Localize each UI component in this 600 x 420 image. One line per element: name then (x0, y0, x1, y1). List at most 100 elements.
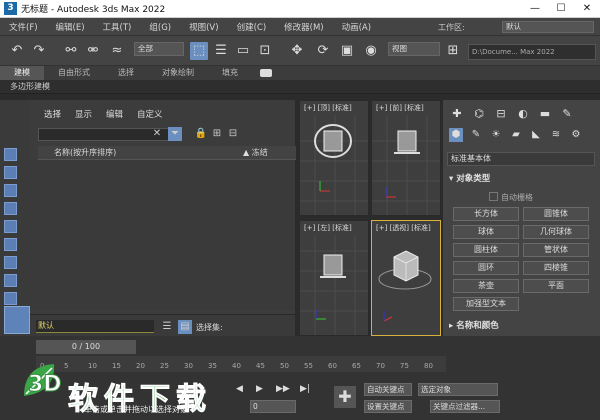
polygon-modeling-bar[interactable]: 多边形建模 (0, 80, 600, 94)
pivot-icon[interactable]: ⊞ (444, 42, 462, 60)
tab-modeling[interactable]: 建模 (0, 66, 44, 80)
lock-icon[interactable]: 🔒 (194, 127, 208, 141)
clear-search-icon[interactable]: ✕ (150, 127, 164, 141)
set-key-plus-icon[interactable]: ✚ (334, 386, 356, 408)
hierarchy-icon[interactable]: ⊞ (210, 127, 224, 141)
filter-spacewarps-icon[interactable] (4, 238, 17, 251)
rotate-icon[interactable]: ⟳ (314, 42, 332, 60)
scale-icon[interactable]: ▣ (338, 42, 356, 60)
workspace-select[interactable]: 默认 (502, 21, 594, 33)
frame-input[interactable]: 0 (250, 400, 296, 413)
layer-select[interactable]: 默认 (36, 320, 154, 333)
name-color-rollout[interactable]: ▸ 名称和颜色 (447, 320, 596, 333)
spacewarps-category-icon[interactable]: ≋ (549, 128, 563, 142)
bind-space-warp-icon[interactable]: ≈ (108, 42, 126, 60)
pyramid-button[interactable]: 四棱锥 (523, 261, 589, 275)
selection-filter-select[interactable]: 全部 (134, 42, 184, 56)
key-filters-button[interactable]: 关键点过滤器... (430, 400, 500, 413)
cone-button[interactable]: 圆锥体 (523, 207, 589, 221)
modify-tab-icon[interactable]: ⌬ (471, 106, 487, 122)
viewport-perspective[interactable]: [+] [透视] [标准] (371, 220, 441, 336)
cylinder-button[interactable]: 圆柱体 (453, 243, 519, 257)
explorer-list[interactable] (30, 160, 295, 310)
selected-object-select[interactable]: 选定对象 (418, 383, 498, 396)
textplus-button[interactable]: 加强型文本 (453, 297, 519, 311)
torus-button[interactable]: 圆环 (453, 261, 519, 275)
primitive-type-select[interactable]: 标准基本体 (447, 152, 595, 166)
lights-category-icon[interactable]: ☀ (489, 128, 503, 142)
layer-icon[interactable]: ⊟ (226, 127, 240, 141)
link-icon[interactable]: ⚯ (62, 42, 80, 60)
placement-icon[interactable]: ◉ (362, 42, 380, 60)
systems-category-icon[interactable]: ⚙ (569, 128, 583, 142)
filter-geometry-icon[interactable] (4, 148, 17, 161)
explorer-menu-select[interactable]: 选择 (44, 108, 61, 120)
tab-populate[interactable]: 填充 (208, 66, 252, 80)
menu-views[interactable]: 视图(V) (180, 21, 227, 33)
select-object-icon[interactable]: ⬚ (190, 42, 208, 60)
filter-cameras-icon[interactable] (4, 202, 17, 215)
menu-group[interactable]: 组(G) (140, 21, 180, 33)
set-key-button[interactable]: 设置关键点 (364, 400, 412, 413)
selection-set-icon[interactable]: ▤ (178, 320, 192, 334)
viewport-layout-icon[interactable] (4, 306, 30, 334)
undo-icon[interactable]: ↶ (8, 42, 26, 60)
tab-selection[interactable]: 选择 (104, 66, 148, 80)
menu-tools[interactable]: 工具(T) (94, 21, 141, 33)
menu-file[interactable]: 文件(F) (0, 21, 47, 33)
reference-coord-select[interactable]: 视图 (388, 42, 440, 56)
filter-bones-icon[interactable] (4, 292, 17, 305)
viewport-front[interactable]: [+] [前] [标准] (371, 100, 441, 216)
menu-animation[interactable]: 动画(A) (333, 21, 380, 33)
shapes-category-icon[interactable]: ✎ (469, 128, 483, 142)
filter-xrefs-icon[interactable] (4, 274, 17, 287)
motion-tab-icon[interactable]: ◐ (515, 106, 531, 122)
create-tab-icon[interactable]: ✚ (449, 106, 465, 122)
redo-icon[interactable]: ↷ (30, 42, 48, 60)
maximize-button[interactable]: ☐ (548, 0, 574, 18)
geometry-category-icon[interactable]: ⬢ (449, 128, 463, 142)
move-icon[interactable]: ✥ (288, 42, 306, 60)
tab-freeform[interactable]: 自由形式 (44, 66, 104, 80)
explorer-menu-display[interactable]: 显示 (75, 108, 92, 120)
next-frame-icon[interactable]: ▶▶ (276, 384, 290, 394)
autogrid-checkbox[interactable] (489, 192, 498, 201)
plane-button[interactable]: 平面 (523, 279, 589, 293)
display-tab-icon[interactable]: ▬ (537, 106, 553, 122)
window-crossing-icon[interactable]: ⊡ (256, 42, 274, 60)
close-button[interactable]: ✕ (574, 0, 600, 18)
explorer-menu-customize[interactable]: 自定义 (137, 108, 163, 120)
ribbon-toggle-icon[interactable] (260, 69, 272, 77)
filter-helpers-icon[interactable] (4, 220, 17, 233)
column-frozen[interactable]: ▲ 冻结 (243, 146, 268, 160)
geosphere-button[interactable]: 几何球体 (523, 225, 589, 239)
play-icon[interactable]: ▶ (256, 384, 263, 394)
filter-shapes-icon[interactable] (4, 166, 17, 179)
select-by-name-icon[interactable]: ☰ (212, 42, 230, 60)
filter-groups-icon[interactable] (4, 256, 17, 269)
teapot-button[interactable]: 茶壶 (453, 279, 519, 293)
helpers-category-icon[interactable]: ◣ (529, 128, 543, 142)
column-name[interactable]: 名称(按升序排序) (54, 146, 116, 160)
last-frame-icon[interactable]: ▶| (300, 384, 310, 394)
layer-stack-icon[interactable]: ☰ (160, 320, 174, 334)
tab-object-paint[interactable]: 对象绘制 (148, 66, 208, 80)
viewport-top[interactable]: [+] [顶] [标准] (299, 100, 369, 216)
project-path-field[interactable]: D:\Docume... Max 2022 (468, 44, 596, 60)
menu-create[interactable]: 创建(C) (228, 21, 276, 33)
menu-modifiers[interactable]: 修改器(M) (275, 21, 332, 33)
cameras-category-icon[interactable]: ▰ (509, 128, 523, 142)
sphere-button[interactable]: 球体 (453, 225, 519, 239)
auto-key-button[interactable]: 自动关键点 (364, 383, 412, 396)
viewport-left[interactable]: [+] [左] [标准] (299, 220, 369, 336)
unlink-icon[interactable]: ⚮ (84, 42, 102, 60)
box-button[interactable]: 长方体 (453, 207, 519, 221)
minimize-button[interactable]: — (522, 0, 548, 18)
object-type-rollout[interactable]: ▾ 对象类型 (447, 173, 596, 186)
filter-lights-icon[interactable] (4, 184, 17, 197)
app-icon[interactable]: 3 (4, 2, 17, 15)
menu-edit[interactable]: 编辑(E) (47, 21, 94, 33)
rect-selection-icon[interactable]: ▭ (234, 42, 252, 60)
tube-button[interactable]: 管状体 (523, 243, 589, 257)
explorer-menu-edit[interactable]: 编辑 (106, 108, 123, 120)
